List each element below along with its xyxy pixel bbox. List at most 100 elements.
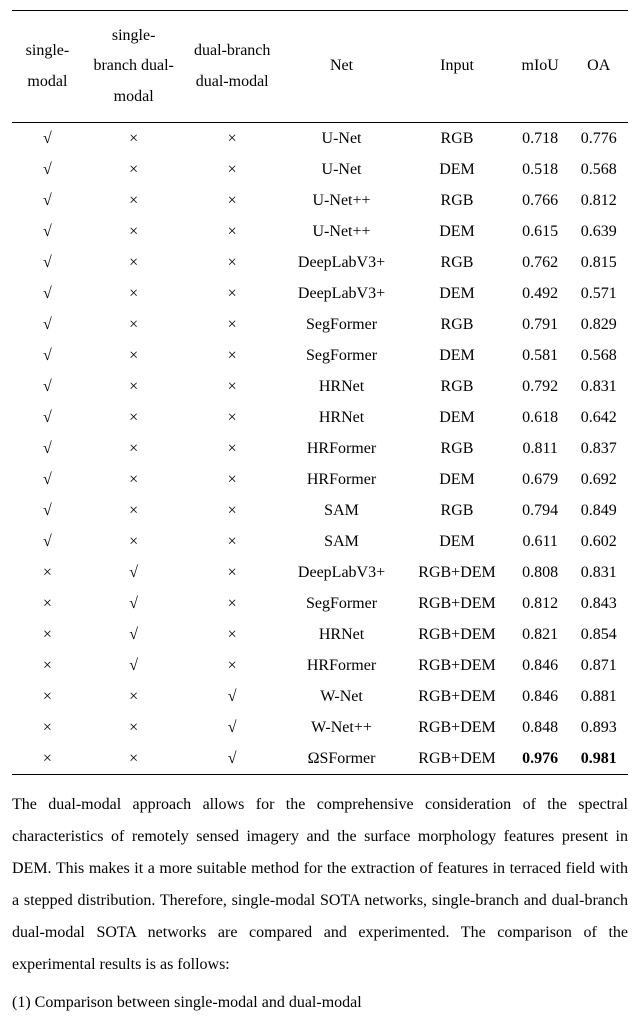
cell-input: DEM (403, 154, 511, 185)
cell-single-branch-dual-modal: × (83, 526, 185, 557)
cell-single-branch-dual-modal: × (83, 247, 185, 278)
cell-net: W-Net++ (280, 712, 403, 743)
cell-miou: 0.846 (511, 681, 570, 712)
cell-miou: 0.792 (511, 371, 570, 402)
cell-single-branch-dual-modal: × (83, 433, 185, 464)
cell-input: RGB (403, 433, 511, 464)
th-miou: mIoU (511, 11, 570, 123)
cell-net: SegFormer (280, 340, 403, 371)
cell-dual-branch-dual-modal: × (184, 433, 279, 464)
cell-dual-branch-dual-modal: × (184, 526, 279, 557)
cell-input: RGB+DEM (403, 712, 511, 743)
table-row: √××U-Net++DEM0.6150.639 (12, 216, 628, 247)
th-net: Net (280, 11, 403, 123)
cell-net: HRNet (280, 402, 403, 433)
table-row: √××SegFormerRGB0.7910.829 (12, 309, 628, 340)
cell-single-branch-dual-modal: × (83, 278, 185, 309)
cell-single-branch-dual-modal: √ (83, 619, 185, 650)
cell-input: RGB+DEM (403, 743, 511, 775)
cell-miou: 0.762 (511, 247, 570, 278)
cell-oa: 0.815 (569, 247, 628, 278)
cell-dual-branch-dual-modal: × (184, 123, 279, 155)
cell-single-modal: × (12, 557, 83, 588)
cell-single-branch-dual-modal: × (83, 371, 185, 402)
cell-oa: 0.776 (569, 123, 628, 155)
cell-oa: 0.871 (569, 650, 628, 681)
cell-input: RGB (403, 123, 511, 155)
cell-miou: 0.976 (511, 743, 570, 775)
results-table: single-modal single-branch dual-modal du… (12, 10, 628, 775)
th-input: Input (403, 11, 511, 123)
cell-net: U-Net++ (280, 216, 403, 247)
table-row: √××SegFormerDEM0.5810.568 (12, 340, 628, 371)
cell-input: RGB+DEM (403, 650, 511, 681)
cell-dual-branch-dual-modal: × (184, 588, 279, 619)
table-row: √××DeepLabV3+DEM0.4920.571 (12, 278, 628, 309)
cell-single-branch-dual-modal: √ (83, 557, 185, 588)
cell-dual-branch-dual-modal: × (184, 371, 279, 402)
cell-input: RGB (403, 185, 511, 216)
cell-miou: 0.848 (511, 712, 570, 743)
cell-miou: 0.794 (511, 495, 570, 526)
table-row: √××DeepLabV3+RGB0.7620.815 (12, 247, 628, 278)
cell-dual-branch-dual-modal: × (184, 495, 279, 526)
cell-dual-branch-dual-modal: √ (184, 743, 279, 775)
cell-oa: 0.602 (569, 526, 628, 557)
cell-single-branch-dual-modal: √ (83, 588, 185, 619)
table-row: ×√×DeepLabV3+RGB+DEM0.8080.831 (12, 557, 628, 588)
cell-dual-branch-dual-modal: × (184, 402, 279, 433)
th-oa: OA (569, 11, 628, 123)
cell-net: U-Net (280, 154, 403, 185)
cell-miou: 0.766 (511, 185, 570, 216)
cell-single-branch-dual-modal: × (83, 495, 185, 526)
cell-single-branch-dual-modal: × (83, 743, 185, 775)
cell-miou: 0.821 (511, 619, 570, 650)
cell-net: HRNet (280, 371, 403, 402)
cell-oa: 0.881 (569, 681, 628, 712)
cell-miou: 0.611 (511, 526, 570, 557)
cell-oa: 0.571 (569, 278, 628, 309)
cell-single-modal: √ (12, 464, 83, 495)
cell-miou: 0.791 (511, 309, 570, 340)
cell-oa: 0.849 (569, 495, 628, 526)
cell-net: HRFormer (280, 433, 403, 464)
cell-input: DEM (403, 340, 511, 371)
table-row: √××U-NetDEM0.5180.568 (12, 154, 628, 185)
cell-net: DeepLabV3+ (280, 557, 403, 588)
cell-input: DEM (403, 526, 511, 557)
cell-oa: 0.568 (569, 154, 628, 185)
cell-oa: 0.837 (569, 433, 628, 464)
cell-dual-branch-dual-modal: × (184, 340, 279, 371)
cell-single-modal: √ (12, 340, 83, 371)
cell-single-modal: √ (12, 154, 83, 185)
cell-dual-branch-dual-modal: × (184, 185, 279, 216)
cell-single-modal: √ (12, 278, 83, 309)
cell-dual-branch-dual-modal: × (184, 557, 279, 588)
cell-dual-branch-dual-modal: × (184, 309, 279, 340)
cell-single-branch-dual-modal: × (83, 185, 185, 216)
cell-oa: 0.639 (569, 216, 628, 247)
table-row: ××√ΩSFormerRGB+DEM0.9760.981 (12, 743, 628, 775)
cell-single-modal: √ (12, 526, 83, 557)
cell-oa: 0.843 (569, 588, 628, 619)
cell-input: RGB (403, 247, 511, 278)
cell-single-branch-dual-modal: × (83, 464, 185, 495)
cell-miou: 0.718 (511, 123, 570, 155)
cell-dual-branch-dual-modal: × (184, 216, 279, 247)
cell-oa: 0.831 (569, 371, 628, 402)
cell-single-modal: √ (12, 123, 83, 155)
cell-oa: 0.829 (569, 309, 628, 340)
cell-input: RGB (403, 495, 511, 526)
cell-dual-branch-dual-modal: × (184, 278, 279, 309)
cell-miou: 0.679 (511, 464, 570, 495)
cell-input: RGB+DEM (403, 681, 511, 712)
cell-oa: 0.692 (569, 464, 628, 495)
table-row: √××HRNetDEM0.6180.642 (12, 402, 628, 433)
cell-single-branch-dual-modal: √ (83, 650, 185, 681)
table-row: ×√×HRFormerRGB+DEM0.8460.871 (12, 650, 628, 681)
cell-single-modal: × (12, 588, 83, 619)
cell-oa: 0.812 (569, 185, 628, 216)
cell-net: SegFormer (280, 309, 403, 340)
cell-single-modal: × (12, 743, 83, 775)
cell-miou: 0.846 (511, 650, 570, 681)
